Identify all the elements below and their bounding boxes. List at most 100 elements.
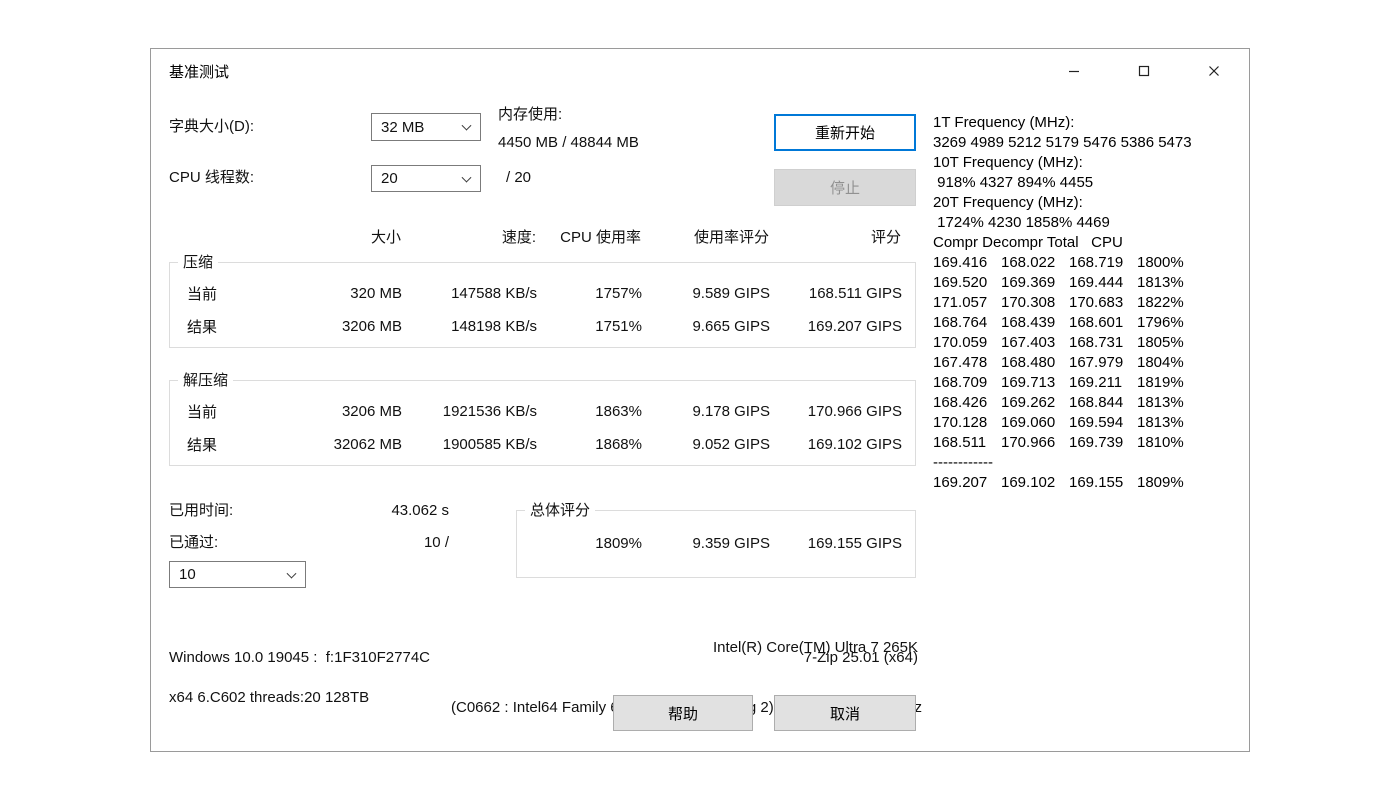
chevron-down-icon [461,172,472,183]
window-controls [1039,49,1249,93]
log-cell: 170.128 [933,414,988,431]
table-row: 结果 32062 MB 1900585 KB/s 1868% 9.052 GIP… [170,428,915,461]
cpu-threads-max: / 20 [506,169,532,186]
cell-speed: 1921536 KB/s [442,403,537,420]
log-row: 168.511 170.966 169.739 1810% [933,433,1249,453]
log-cell: 1809% [1137,474,1184,491]
header-usage-rating: 使用率评分 [693,229,769,246]
passes-value: 10 / [423,534,449,551]
passes-count-select[interactable]: 10 [169,561,306,588]
log-cell: 169.739 [1069,434,1124,451]
log-cell: 168.601 [1069,314,1124,331]
log-cell: 169.444 [1069,274,1124,291]
elapsed-time-label: 已用时间: [169,502,234,519]
cell-size: 320 MB [350,285,402,302]
passes-line: 已通过: 10 / [169,533,449,553]
log-line: 20T Frequency (MHz): [933,194,1083,211]
dictionary-size-select[interactable]: 32 MB [371,113,481,141]
help-button[interactable]: 帮助 [613,695,753,731]
cell-cpu: 1757% [595,285,642,302]
cpu-threads-select[interactable]: 20 [371,165,481,192]
log-cell: 168.480 [1001,354,1056,371]
log-line: 1724% 4230 1858% 4469 [933,214,1110,231]
log-cell: 168.844 [1069,394,1124,411]
cell-speed: 147588 KB/s [451,285,537,302]
maximize-icon [1138,65,1150,77]
cell-size: 32062 MB [333,436,402,453]
desktop-background: 基准测试 字典大小(D): 32 MB 内存使用: 4450 MB / 4884… [0,0,1400,800]
log-cell: 1804% [1137,354,1184,371]
passes-count-value: 10 [179,566,196,583]
log-cell: 169.594 [1069,414,1124,431]
log-row: 168.426 169.262 168.844 1813% [933,393,1249,413]
cpu-threads-label: CPU 线程数: [169,169,255,186]
close-icon [1209,66,1219,76]
elapsed-time-value: 43.062 s [391,502,449,519]
cell-usage-rating: 9.052 GIPS [692,436,770,453]
row-label: 当前 [187,404,218,421]
log-cell: 168.511 [933,434,987,451]
log-cell: 170.059 [933,334,988,351]
close-button[interactable] [1179,49,1249,93]
benchmark-dialog: 基准测试 字典大小(D): 32 MB 内存使用: 4450 MB / 4884… [150,48,1250,752]
total-rating: 169.155 GIPS [807,535,902,552]
cancel-button[interactable]: 取消 [774,695,916,731]
log-cell: 168.439 [1001,314,1056,331]
results-table-header: 大小 速度: CPU 使用率 使用率评分 评分 [169,228,916,248]
cell-rating: 170.966 GIPS [807,403,902,420]
cell-speed: 148198 KB/s [451,318,537,335]
log-line: 3269 4989 5212 5179 5476 5386 5473 [933,134,1192,151]
minimize-icon [1069,70,1079,73]
log-cell: 169.416 [933,254,988,271]
log-cell: 168.764 [933,314,988,331]
restart-button[interactable]: 重新开始 [774,114,916,151]
log-cell: 168.719 [1069,254,1124,271]
header-speed: 速度: [501,229,536,246]
table-row: 当前 320 MB 147588 KB/s 1757% 9.589 GIPS 1… [170,277,915,310]
header-spacer [169,228,281,248]
log-cell: 1796% [1137,314,1184,331]
log-cell: 169.155 [1069,474,1124,491]
decompression-group-label: 解压缩 [178,371,234,391]
cell-cpu: 1863% [595,403,642,420]
cell-usage-rating: 9.589 GIPS [692,285,770,302]
log-cell: 171.057 [933,294,988,311]
cell-rating: 168.511 GIPS [808,285,902,302]
log-cell: 1822% [1137,294,1184,311]
compression-group: 压缩 当前 320 MB 147588 KB/s 1757% 9.589 GIP… [169,253,916,348]
log-line: 1T Frequency (MHz): [933,114,1075,131]
log-line: Compr Decompr Total CPU [933,234,1123,251]
titlebar[interactable]: 基准测试 [151,49,1249,93]
log-cell: 1805% [1137,334,1184,351]
log-total-row: 169.207 169.102 169.155 1809% [933,473,1249,493]
header-size: 大小 [370,229,401,246]
log-cell: 169.211 [1069,374,1123,391]
log-row: 169.520 169.369 169.444 1813% [933,273,1249,293]
maximize-button[interactable] [1109,49,1179,93]
log-row: 171.057 170.308 170.683 1822% [933,293,1249,313]
log-line: 10T Frequency (MHz): [933,154,1083,171]
minimize-button[interactable] [1039,49,1109,93]
cell-rating: 169.207 GIPS [807,318,902,335]
stop-button[interactable]: 停止 [774,169,916,206]
dictionary-size-label: 字典大小(D): [169,118,254,135]
log-cell: 169.369 [1001,274,1056,291]
log-cell: 167.403 [1001,334,1056,351]
log-cell: 169.207 [933,474,988,491]
table-row: 当前 3206 MB 1921536 KB/s 1863% 9.178 GIPS… [170,395,915,428]
log-cell: 1810% [1137,434,1184,451]
log-cell: 170.966 [1001,434,1056,451]
compression-group-label: 压缩 [178,253,219,273]
cell-usage-rating: 9.665 GIPS [692,318,770,335]
total-rating-row: 1809% 9.359 GIPS 169.155 GIPS [517,527,915,560]
log-cell: 167.478 [933,354,988,371]
window-title: 基准测试 [169,63,230,81]
cell-cpu: 1868% [595,436,642,453]
build-info: x64 6.C602 threads:20 128TB [169,689,370,706]
app-version: 7-Zip 25.01 (x64) [803,649,918,666]
log-cell: 168.426 [933,394,988,411]
log-cell: 1813% [1137,274,1184,291]
cpu-threads-value: 20 [381,170,398,187]
dictionary-size-value: 32 MB [381,118,425,136]
log-cell: 168.731 [1069,334,1124,351]
